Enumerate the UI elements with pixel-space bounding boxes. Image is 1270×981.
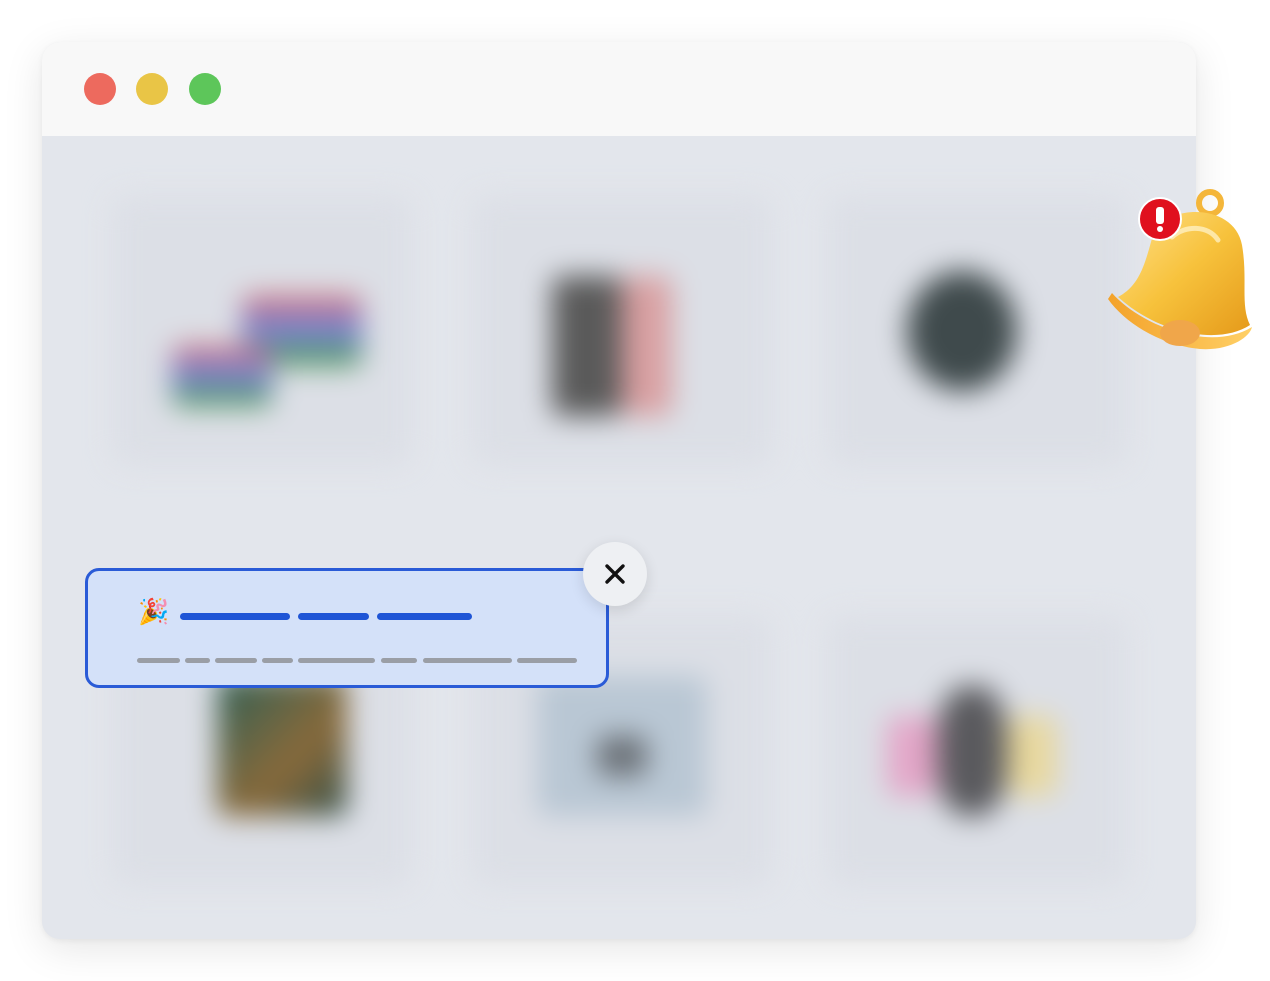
product-image — [937, 686, 1007, 816]
browser-window — [42, 42, 1196, 939]
notification-badge — [1138, 197, 1182, 241]
product-image — [597, 736, 647, 776]
notification-body-placeholder — [517, 658, 577, 663]
notification-body-placeholder — [215, 658, 257, 663]
page-content — [42, 136, 1196, 939]
product-card[interactable] — [827, 616, 1127, 886]
blurred-product-grid — [42, 136, 1196, 939]
close-window-button[interactable] — [84, 73, 116, 105]
close-button[interactable] — [583, 542, 647, 606]
product-image — [217, 676, 347, 816]
product-image — [907, 271, 1017, 391]
product-image — [172, 346, 272, 406]
notification-title-placeholder — [377, 613, 472, 620]
product-card[interactable] — [472, 196, 772, 466]
notification-body-placeholder — [185, 658, 210, 663]
notification-body-placeholder — [262, 658, 293, 663]
product-image — [1007, 716, 1057, 796]
product-image — [552, 276, 622, 416]
notification-body-placeholder — [298, 658, 375, 663]
notification-body-placeholder — [423, 658, 512, 663]
close-icon — [605, 564, 625, 584]
notification-title-placeholder — [180, 613, 290, 620]
party-popper-icon: 🎉 — [138, 598, 170, 626]
minimize-window-button[interactable] — [136, 73, 168, 105]
product-image — [887, 716, 937, 796]
product-image — [622, 276, 672, 416]
maximize-window-button[interactable] — [189, 73, 221, 105]
notification-title-placeholder — [298, 613, 369, 620]
product-card[interactable] — [827, 196, 1127, 466]
notification-body-placeholder — [381, 658, 417, 663]
notification-body-placeholder — [137, 658, 180, 663]
bell-icon[interactable] — [1100, 185, 1260, 360]
product-card[interactable] — [112, 196, 412, 466]
title-bar — [42, 42, 1196, 136]
notification-toast[interactable]: 🎉 — [85, 568, 609, 688]
